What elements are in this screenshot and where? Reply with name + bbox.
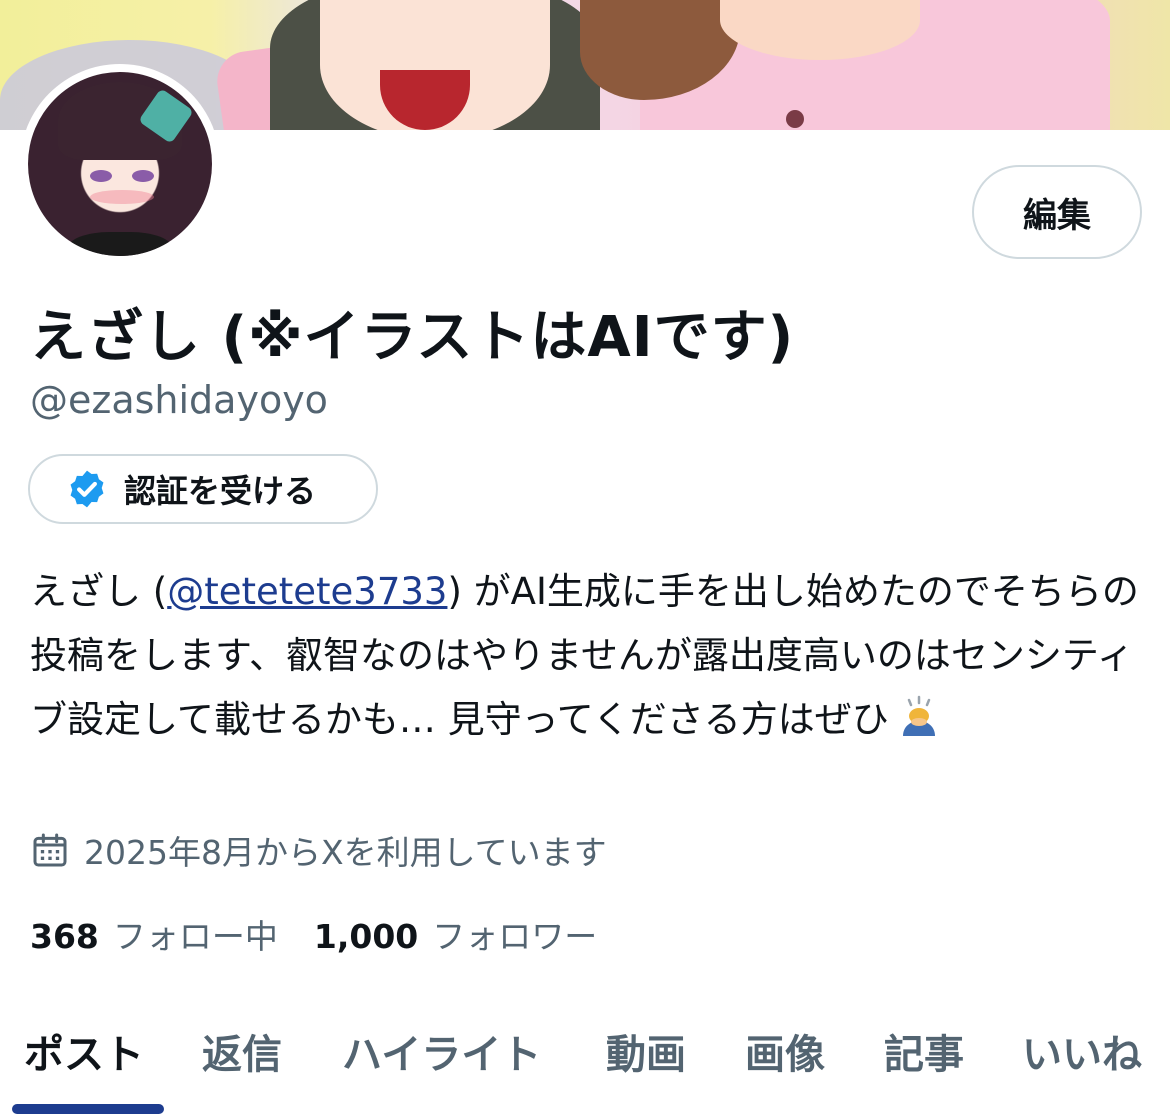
user-handle: @ezashidayoyo <box>30 378 328 422</box>
get-verified-button[interactable]: 認証を受ける <box>28 454 378 524</box>
bowing-person-emoji <box>902 695 935 736</box>
tab-highlights[interactable]: ハイライト <box>342 1022 541 1080</box>
tab-videos[interactable]: 動画 <box>606 1022 686 1080</box>
follow-stats: 368 フォロー中 1,000 フォロワー <box>30 910 597 958</box>
edit-profile-button[interactable]: 編集 <box>972 165 1142 259</box>
tab-posts[interactable]: ポスト <box>24 1022 144 1080</box>
followers-label[interactable]: フォロワー <box>432 910 597 958</box>
avatar[interactable] <box>20 64 220 264</box>
profile-tabs: ポスト 返信 ハイライト 動画 画像 記事 いいね <box>0 1014 1170 1114</box>
join-date: 2025年8月からXを利用しています <box>30 826 607 874</box>
tab-replies[interactable]: 返信 <box>202 1022 282 1080</box>
tab-articles[interactable]: 記事 <box>884 1022 964 1080</box>
join-date-text: 2025年8月からXを利用しています <box>84 833 607 872</box>
profile-bio: えざし (@tetetete3733) がAI生成に手を出し始めたのでそちらの投… <box>30 560 1140 752</box>
calendar-icon <box>33 833 67 867</box>
get-verified-label: 認証を受ける <box>124 472 317 510</box>
following-label[interactable]: フォロー中 <box>113 910 278 958</box>
bio-prefix: えざし ( <box>30 570 168 613</box>
bio-mention-link[interactable]: @tetetete3733 <box>167 570 447 613</box>
following-count[interactable]: 368 <box>30 917 99 956</box>
verified-badge-icon <box>70 470 104 508</box>
followers-count[interactable]: 1,000 <box>314 917 418 956</box>
active-tab-indicator <box>12 1104 164 1114</box>
display-name: えざし (※イラストはAIです) <box>30 305 795 370</box>
tab-images[interactable]: 画像 <box>745 1022 825 1080</box>
tab-likes[interactable]: いいね <box>1022 1022 1142 1080</box>
